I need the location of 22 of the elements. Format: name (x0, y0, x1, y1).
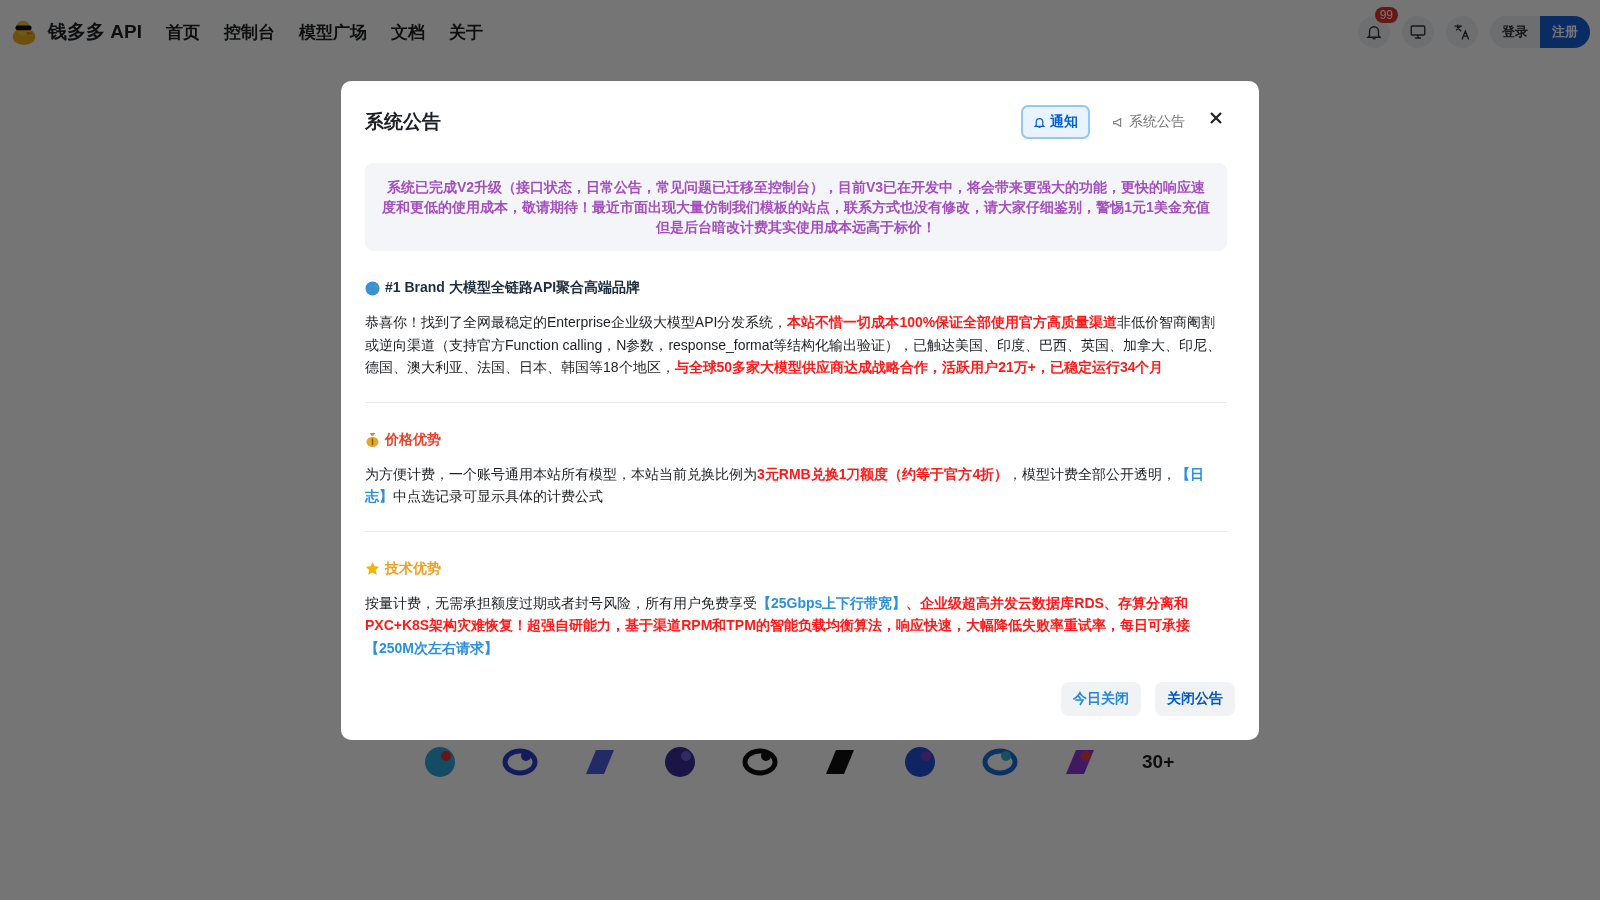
close-today-button[interactable]: 今日关闭 (1061, 682, 1141, 716)
register-button[interactable]: 注册 (1540, 16, 1590, 48)
tab[interactable]: 通知 (1021, 105, 1090, 139)
tab[interactable]: 系统公告 (1100, 105, 1197, 139)
section-heading: 价格优势 (385, 430, 441, 449)
nav-link[interactable]: 控制台 (223, 20, 275, 44)
more-providers-count: 30+ (1142, 751, 1175, 773)
section-paragraph: 恭喜你！找到了全网最稳定的Enterprise企业级大模型API分发系统，本站不惜一切成本100%保证全部使用官方高质量渠道非低价智商阉割或逆向渠道（支持官方Function calling，N参数，response_format等结构化输出验证），已触达美国、印度、巴西、英国、加拿大、印尼、德国、澳大利亚、法国、日本、韩国等18个地区，与全球50多家大模型供应商达成战略合作，活跃用户21万+，已稳定运行34个月 (365, 313, 1223, 377)
notification-badge: 99 (1374, 7, 1398, 23)
section-heading: 技术优势 (385, 559, 441, 578)
dialog-title: 系统公告 (365, 110, 441, 134)
nav-link[interactable]: 关于 (448, 20, 483, 44)
site-title[interactable]: 钱多多 API (48, 19, 142, 45)
nav-link[interactable]: 模型广场 (298, 20, 367, 44)
close-announcement-button[interactable]: 关闭公告 (1155, 682, 1235, 716)
nav-link[interactable]: 文档 (390, 20, 425, 44)
login-button[interactable]: 登录 (1490, 16, 1540, 48)
nav-link[interactable]: 首页 (165, 20, 200, 44)
section-heading: #1 Brand 大模型全链路API聚合高端品牌 (385, 279, 641, 297)
section-paragraph: 按量计费，无需承担额度过期或者封号风险，所有用户免费享受【25Gbps上下行带宽】、企业级超高并发云数据库RDS、存算分离和PXC+K8S架构灾难恢复！超强自研能力，基于渠道RPM和TPM的智能负载均衡算法，响应快速，大幅降低失败率重试率，每日可承接 【250M次左右请求】 (365, 593, 1191, 658)
section-paragraph: 为方便计费，一个账号通用本站所有模型，本站当前兑换比例为3元RMB兑换1刀额度（约等于官方4折），模型计费全部公开透明，【日志】中点选记录可显示具体的计费公式 (365, 464, 1206, 506)
notice-banner: 系统已完成V2升级（接口状态，日常公告，常见问题已迁移至控制台），目前V3已在开发中，将会带来更强大的功能，更快的响应速度和更低的使用成本，敬请期待！最近市面出现大量仿制我们模板的站点，联系方式也没有修改，请大家仔细鉴别，警惕1元1美金充值但是后台暗改计费其实使用成本远高于标价！ (365, 163, 1227, 251)
